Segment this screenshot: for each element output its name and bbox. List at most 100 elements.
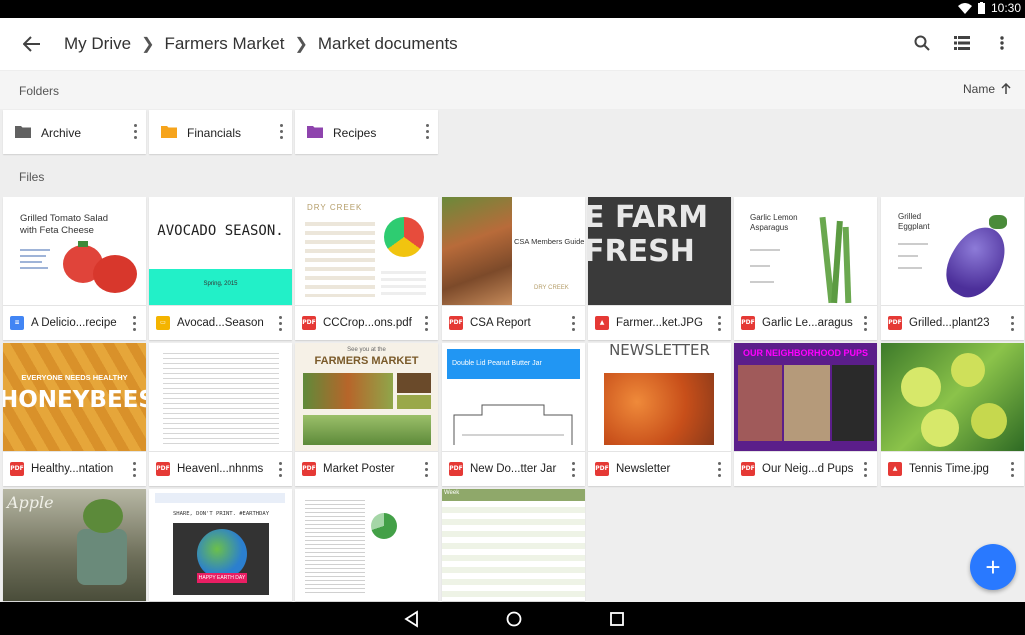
- thumb-title: Grilled Eggplant: [898, 212, 930, 231]
- folder-more-button[interactable]: [426, 124, 430, 140]
- file-thumbnail: Apple: [3, 489, 146, 601]
- file-card[interactable]: [295, 489, 438, 601]
- file-card[interactable]: ▲ Tennis Time.jpg: [881, 343, 1024, 486]
- arrow-back-icon: [23, 36, 40, 52]
- thumb-title: Double Lid Peanut Butter Jar: [452, 360, 542, 367]
- pdf-icon: PDF: [302, 316, 316, 330]
- file-more-button[interactable]: [1011, 316, 1015, 332]
- file-name: Tennis Time.jpg: [909, 463, 989, 475]
- nav-recents-icon[interactable]: [608, 610, 626, 628]
- file-card[interactable]: Garlic Lemon Asparagus PDF Garlic Le...a…: [734, 197, 877, 340]
- pdf-icon: PDF: [741, 462, 755, 476]
- file-card[interactable]: EVERYONE NEEDS HEALTHY HONEYBEES PDF Hea…: [3, 343, 146, 486]
- file-card[interactable]: Grilled Tomato Salad with Feta Cheese ≡ …: [3, 197, 146, 340]
- file-more-button[interactable]: [572, 316, 576, 332]
- thumb-title: EVERYONE NEEDS HEALTHY: [21, 373, 128, 382]
- add-icon: +: [985, 552, 1001, 582]
- file-name: Heavenl...nhnms: [177, 463, 264, 475]
- thumb-sub: See you at the: [347, 347, 386, 353]
- file-thumbnail: Grilled Tomato Salad with Feta Cheese: [3, 197, 146, 305]
- file-card[interactable]: Week: [442, 489, 585, 601]
- file-name: Market Poster: [323, 463, 395, 475]
- files-header: Files: [0, 157, 1025, 195]
- file-card[interactable]: OUR NEIGHBORHOOD PUPS PDF Our Neig...d P…: [734, 343, 877, 486]
- file-card[interactable]: E FARM FRESH ▲ Farmer...ket.JPG: [588, 197, 731, 340]
- file-name: CCCrop...ons.pdf: [323, 317, 412, 329]
- add-fab[interactable]: +: [970, 544, 1016, 590]
- file-name: Farmer...ket.JPG: [616, 317, 703, 329]
- thumb-title: E FARM FRESH: [588, 200, 709, 269]
- file-card[interactable]: Apple: [3, 489, 146, 601]
- file-more-button[interactable]: [133, 316, 137, 332]
- file-more-button[interactable]: [572, 462, 576, 478]
- file-name: Garlic Le...aragus: [762, 317, 853, 329]
- file-more-button[interactable]: [133, 462, 137, 478]
- chevron-right-icon: ❯: [141, 36, 155, 53]
- file-name: Newsletter: [616, 463, 671, 475]
- file-thumbnail: Garlic Lemon Asparagus: [734, 197, 877, 305]
- file-thumbnail: AVOCADO SEASON. Spring, 2015: [149, 197, 292, 305]
- file-thumbnail: EVERYONE NEEDS HEALTHY HONEYBEES: [3, 343, 146, 451]
- pdf-icon: PDF: [888, 316, 902, 330]
- file-more-button[interactable]: [425, 316, 429, 332]
- pdf-icon: PDF: [10, 462, 24, 476]
- more-options-button[interactable]: [989, 30, 1015, 56]
- thumb-sub: HAPPY EARTH DAY: [197, 573, 247, 583]
- file-more-button[interactable]: [279, 462, 283, 478]
- search-button[interactable]: [909, 30, 935, 56]
- status-bar: 10:30: [0, 0, 1025, 18]
- breadcrumb-farmers-market[interactable]: Farmers Market: [164, 34, 284, 54]
- file-name: Healthy...ntation: [31, 463, 114, 475]
- files-label: Files: [19, 170, 45, 184]
- folder-name: Archive: [41, 126, 82, 140]
- file-more-button[interactable]: [718, 316, 722, 332]
- file-thumbnail: Week: [442, 489, 585, 601]
- image-icon: ▲: [888, 462, 902, 476]
- pdf-icon: PDF: [156, 462, 170, 476]
- thumb-sub: DRY CREEK: [534, 285, 569, 291]
- file-thumbnail: NEWSLETTER: [588, 343, 731, 451]
- file-more-button[interactable]: [1011, 462, 1015, 478]
- file-card[interactable]: Double Lid Peanut Butter Jar PDF New Do.…: [442, 343, 585, 486]
- file-card[interactable]: NEWSLETTER PDF Newsletter: [588, 343, 731, 486]
- arrow-up-icon: [1001, 83, 1011, 94]
- list-view-button[interactable]: [949, 30, 975, 56]
- file-more-button[interactable]: [864, 316, 868, 332]
- list-view-icon: [954, 36, 970, 50]
- file-thumbnail: See you at the FARMERS MARKET: [295, 343, 438, 451]
- thumb-sub: HONEYBEES: [3, 387, 146, 413]
- file-card[interactable]: AVOCADO SEASON. Spring, 2015 ▭ Avocad...…: [149, 197, 292, 340]
- file-card[interactable]: DRY CREEK PDF CCCrop...ons.pdf: [295, 197, 438, 340]
- file-card[interactable]: Grilled Eggplant PDF Grilled...plant23: [881, 197, 1024, 340]
- folder-financials[interactable]: Financials: [149, 110, 292, 154]
- back-button[interactable]: [18, 30, 46, 58]
- thumb-title: Week: [444, 490, 460, 496]
- thumb-title: FARMERS MARKET: [314, 355, 419, 367]
- folders-label: Folders: [19, 84, 60, 98]
- folder-archive[interactable]: Archive: [3, 110, 146, 154]
- nav-back-icon[interactable]: [403, 610, 421, 628]
- file-more-button[interactable]: [718, 462, 722, 478]
- folder-more-button[interactable]: [134, 124, 138, 140]
- folder-recipes[interactable]: Recipes: [295, 110, 438, 154]
- file-more-button[interactable]: [864, 462, 868, 478]
- file-more-button[interactable]: [425, 462, 429, 478]
- file-thumbnail: [295, 489, 438, 601]
- file-card[interactable]: See you at the FARMERS MARKET PDF Market…: [295, 343, 438, 486]
- file-more-button[interactable]: [279, 316, 283, 332]
- breadcrumb-market-documents[interactable]: Market documents: [318, 34, 458, 54]
- folder-more-button[interactable]: [280, 124, 284, 140]
- nav-home-icon[interactable]: [505, 610, 523, 628]
- chevron-right-icon: ❯: [294, 36, 308, 53]
- file-card[interactable]: PDF Heavenl...nhnms: [149, 343, 292, 486]
- thumb-sub: Spring, 2015: [203, 281, 238, 287]
- file-card[interactable]: SHARE, DON'T PRINT. #EARTHDAY HAPPY EART…: [149, 489, 292, 601]
- status-time: 10:30: [990, 1, 1021, 15]
- file-name: Avocad...Season: [177, 317, 264, 329]
- folder-icon: [15, 126, 31, 138]
- thumb-title: DRY CREEK: [307, 203, 363, 212]
- sort-button[interactable]: Name: [963, 82, 1011, 96]
- breadcrumb-my-drive[interactable]: My Drive: [64, 34, 131, 54]
- folder-name: Recipes: [333, 126, 377, 140]
- file-card[interactable]: CSA Members Guide DRY CREEK PDF CSA Repo…: [442, 197, 585, 340]
